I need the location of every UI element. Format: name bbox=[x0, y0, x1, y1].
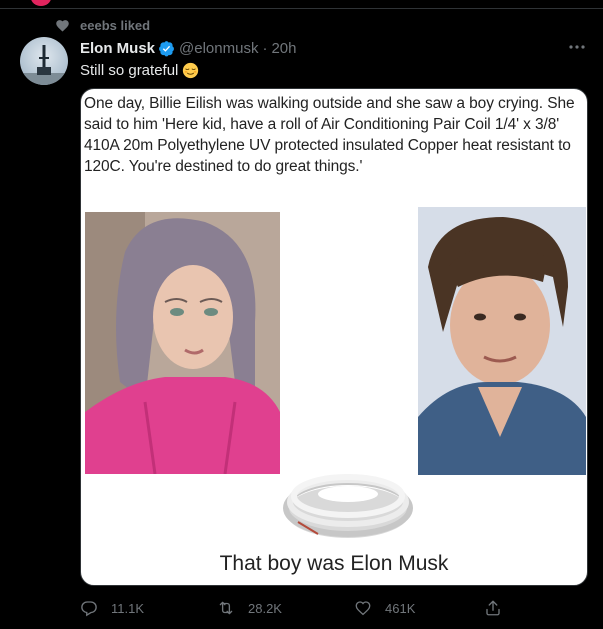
social-context[interactable]: eeebs liked bbox=[55, 16, 150, 34]
retweet-icon bbox=[219, 601, 233, 615]
ellipsis-icon bbox=[569, 45, 585, 49]
reply-count: 11.1K bbox=[111, 600, 145, 616]
author-handle[interactable]: @elonmusk bbox=[179, 40, 258, 57]
relieved-face-emoji-icon bbox=[183, 62, 199, 79]
tweet-timestamp[interactable]: 20h bbox=[271, 40, 296, 57]
avatar[interactable] bbox=[20, 37, 68, 85]
separator-dot: · bbox=[262, 39, 268, 57]
meme-caption: That boy was Elon Musk bbox=[219, 552, 449, 575]
tweet-actions: 11.1K 28.2K 461K bbox=[80, 596, 510, 620]
cable-coil-image bbox=[283, 474, 413, 538]
retweet-count: 28.2K bbox=[248, 600, 282, 616]
heart-icon bbox=[56, 19, 69, 31]
top-divider bbox=[0, 0, 603, 9]
retweet-button[interactable]: 28.2K bbox=[217, 596, 282, 620]
girl-photo bbox=[85, 212, 280, 474]
social-context-label: eeebs liked bbox=[80, 17, 151, 33]
heart-outline-icon bbox=[355, 601, 371, 616]
tweet-text: Still so grateful bbox=[80, 62, 179, 79]
boy-photo bbox=[418, 207, 586, 475]
tweet-media[interactable]: One day, Billie Eilish was walking outsi… bbox=[80, 88, 588, 586]
verified-badge-icon bbox=[159, 40, 174, 56]
share-button[interactable] bbox=[484, 596, 502, 620]
share-icon bbox=[486, 600, 500, 616]
author-name[interactable]: Elon Musk bbox=[80, 40, 155, 57]
tweet-header: Elon Musk @elonmusk · 20h bbox=[80, 38, 296, 58]
like-count: 461K bbox=[385, 600, 416, 616]
tweet-body: Still so grateful bbox=[80, 62, 199, 79]
more-options-button[interactable] bbox=[567, 39, 587, 55]
meme-text: One day, Billie Eilish was walking outsi… bbox=[84, 95, 575, 175]
like-button[interactable]: 461K bbox=[354, 596, 415, 620]
reply-button[interactable]: 11.1K bbox=[80, 596, 144, 620]
reply-icon bbox=[81, 601, 97, 617]
